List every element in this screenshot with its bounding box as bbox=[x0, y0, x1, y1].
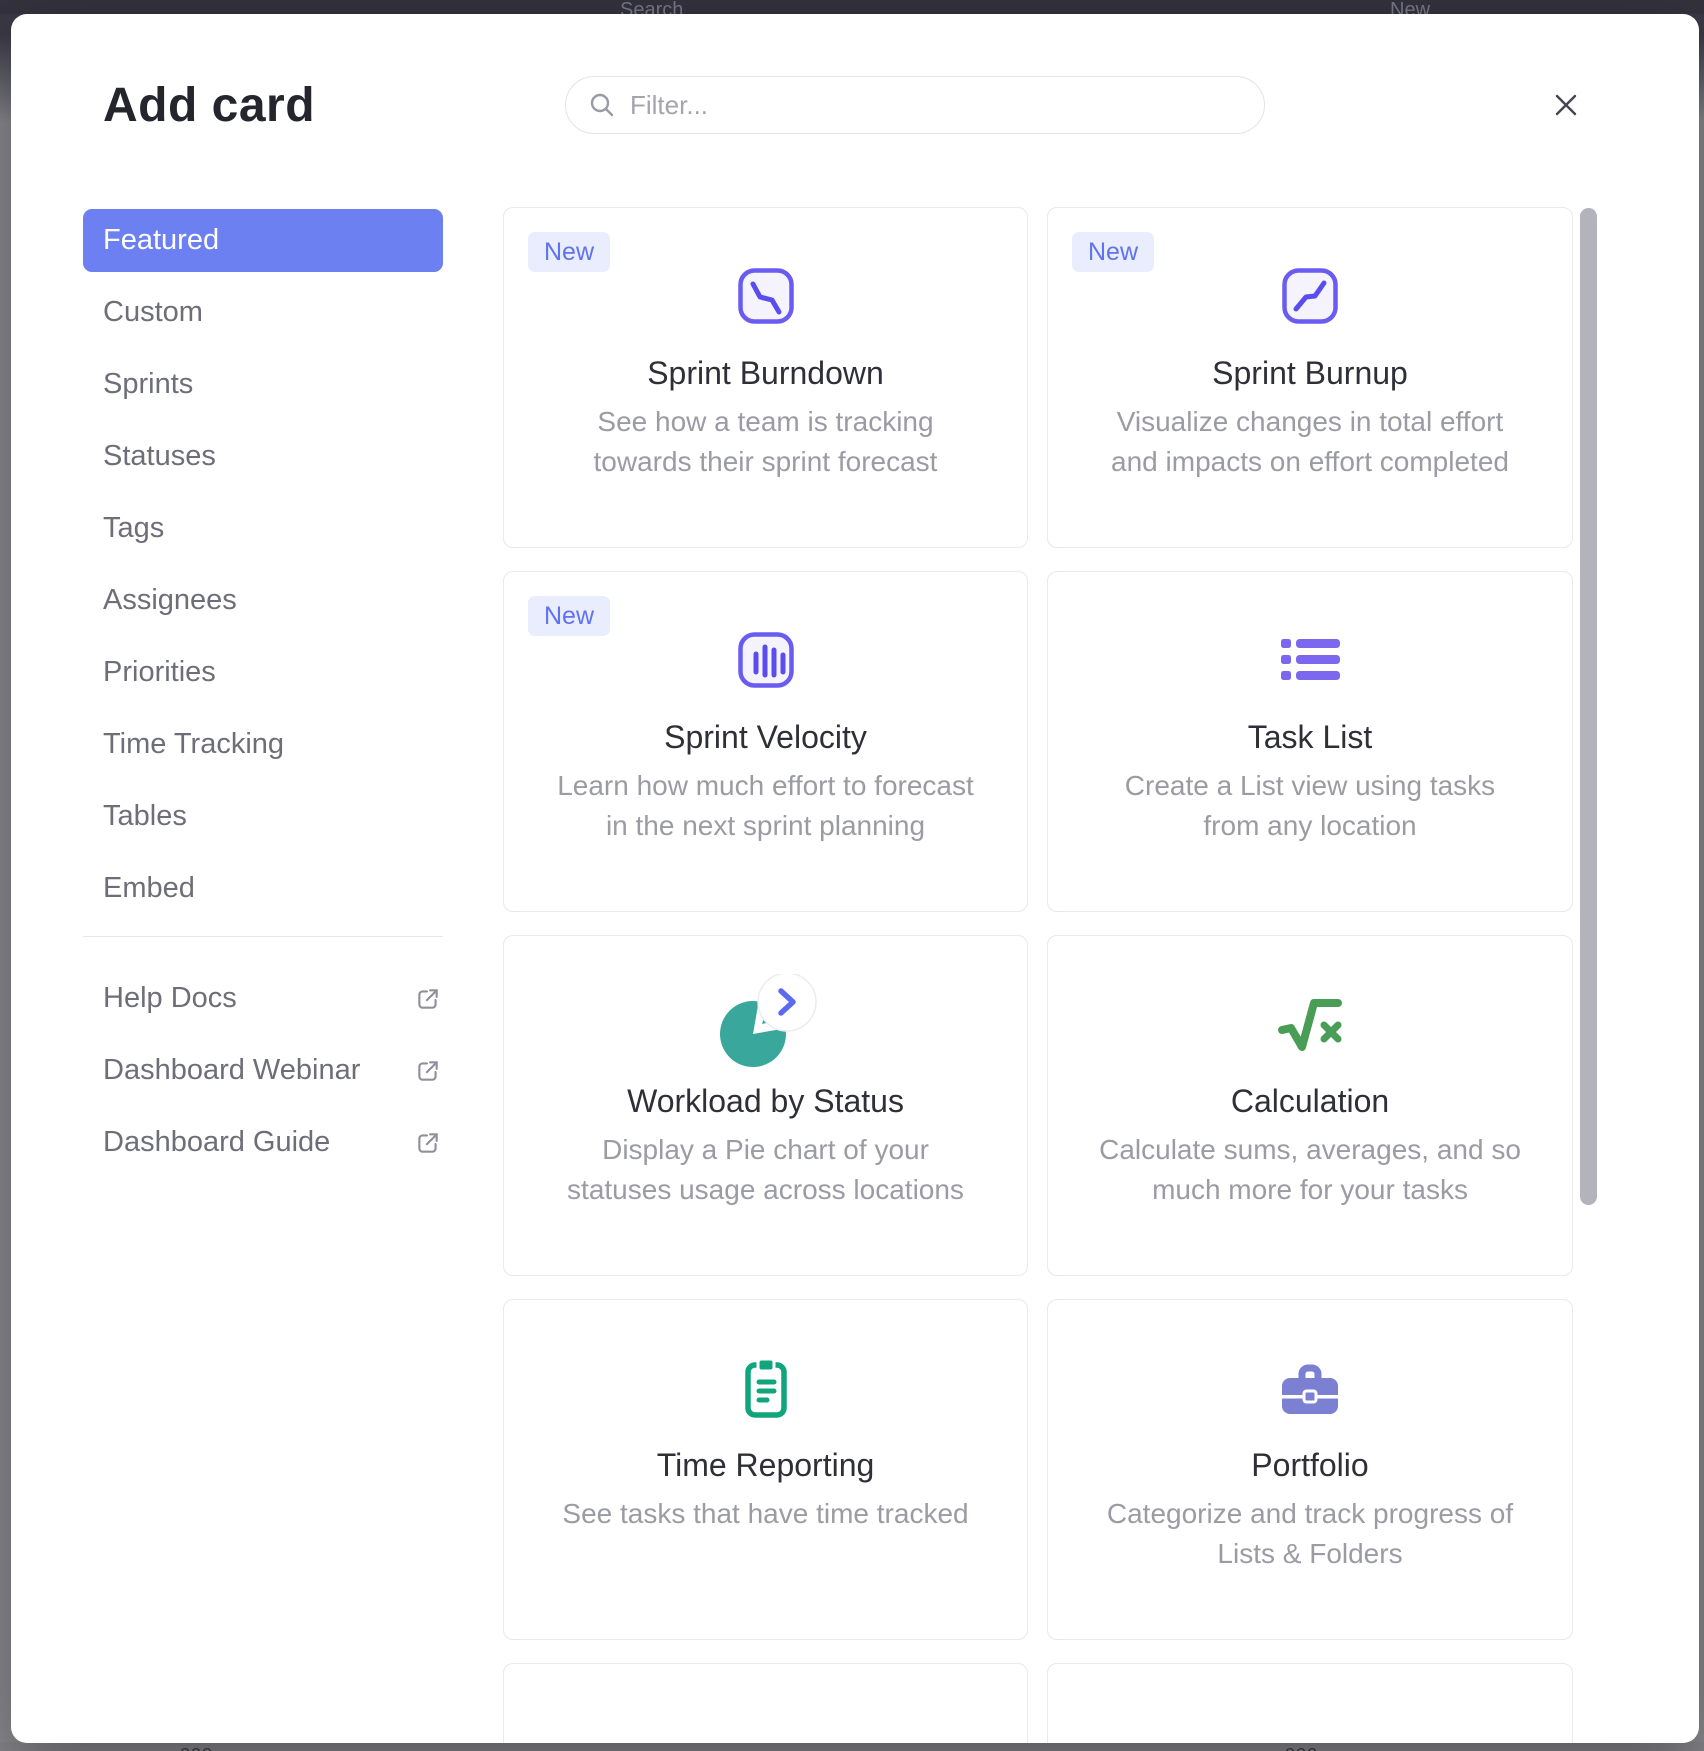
link-dashboard-guide[interactable]: Dashboard Guide bbox=[83, 1111, 443, 1174]
sidebar-item-label: Assignees bbox=[103, 584, 237, 617]
card-title: Sprint Velocity bbox=[504, 718, 1027, 756]
card-title: Task List bbox=[1048, 718, 1572, 756]
sidebar-item-custom[interactable]: Custom bbox=[83, 281, 443, 344]
portfolio-briefcase-icon bbox=[1272, 1356, 1348, 1420]
card-description: See tasks that have time tracked bbox=[532, 1494, 1000, 1534]
card-grid: New Sprint Burndown See how a team is tr… bbox=[503, 207, 1573, 1743]
sidebar-item-label: Priorities bbox=[103, 656, 216, 689]
sidebar-item-statuses[interactable]: Statuses bbox=[83, 425, 443, 488]
sidebar-item-assignees[interactable]: Assignees bbox=[83, 569, 443, 632]
card-workload-by-status[interactable]: Workload by Status Display a Pie chart o… bbox=[503, 935, 1028, 1276]
background-text-fragment: ooo bbox=[180, 1743, 213, 1751]
new-badge: New bbox=[1072, 232, 1154, 272]
sidebar-item-sprints[interactable]: Sprints bbox=[83, 353, 443, 416]
sprint-velocity-icon bbox=[737, 631, 795, 689]
time-reporting-clipboard-icon bbox=[734, 1355, 798, 1421]
card-title: Time Reporting bbox=[504, 1446, 1027, 1484]
link-help-docs[interactable]: Help Docs bbox=[83, 967, 443, 1030]
background-app-topbar: Search New bbox=[0, 0, 1704, 14]
sidebar-item-tags[interactable]: Tags bbox=[83, 497, 443, 560]
scrollbar-thumb[interactable] bbox=[1580, 208, 1597, 1205]
close-button[interactable] bbox=[1543, 82, 1589, 128]
sidebar-item-label: Tags bbox=[103, 512, 164, 545]
category-sidebar: Featured Custom Sprints Statuses Tags As… bbox=[83, 209, 443, 1183]
filter-input[interactable] bbox=[630, 90, 1242, 121]
background-text-fragment: New bbox=[1390, 0, 1430, 14]
sidebar-item-label: Statuses bbox=[103, 440, 216, 473]
sidebar-item-label: Embed bbox=[103, 872, 195, 905]
card-sprint-burndown[interactable]: New Sprint Burndown See how a team is tr… bbox=[503, 207, 1028, 548]
sidebar-item-embed[interactable]: Embed bbox=[83, 857, 443, 920]
sidebar-item-label: Sprints bbox=[103, 368, 193, 401]
external-link-icon bbox=[415, 1130, 441, 1156]
card-title: Workload by Status bbox=[504, 1082, 1027, 1120]
card-portfolio[interactable]: Portfolio Categorize and track progress … bbox=[1047, 1299, 1573, 1640]
sidebar-item-label: Time Tracking bbox=[103, 728, 284, 761]
card-description: Create a List view using tasks from any … bbox=[1076, 766, 1544, 846]
card-calculation[interactable]: Calculation Calculate sums, averages, an… bbox=[1047, 935, 1573, 1276]
card-task-list[interactable]: Task List Create a List view using tasks… bbox=[1047, 571, 1573, 912]
sprint-burnup-icon bbox=[1281, 267, 1339, 325]
card-description: Visualize changes in total effort and im… bbox=[1076, 402, 1544, 482]
sprint-burndown-icon bbox=[737, 267, 795, 325]
card-title: Sprint Burndown bbox=[504, 354, 1027, 392]
link-dashboard-webinar[interactable]: Dashboard Webinar bbox=[83, 1039, 443, 1102]
sidebar-links: Help Docs Dashboard Webinar Dashboard Gu… bbox=[83, 967, 443, 1174]
sidebar-item-label: Tables bbox=[103, 800, 187, 833]
background-text-fragment: Search bbox=[620, 0, 683, 14]
sidebar-item-tables[interactable]: Tables bbox=[83, 785, 443, 848]
background-text-fragment: ooo bbox=[1285, 1743, 1318, 1751]
background-app-bottom: ooo ooo bbox=[0, 1742, 1704, 1751]
card-description: Categorize and track progress of Lists &… bbox=[1076, 1494, 1544, 1574]
link-label: Dashboard Webinar bbox=[103, 1054, 415, 1087]
card-description: Learn how much effort to forecast in the… bbox=[532, 766, 1000, 846]
link-label: Help Docs bbox=[103, 982, 415, 1015]
sidebar-item-featured[interactable]: Featured bbox=[83, 209, 443, 272]
close-icon bbox=[1549, 88, 1583, 122]
external-link-icon bbox=[415, 986, 441, 1012]
link-label: Dashboard Guide bbox=[103, 1126, 415, 1159]
sidebar-item-priorities[interactable]: Priorities bbox=[83, 641, 443, 704]
modal-title: Add card bbox=[103, 78, 315, 133]
card-description: Calculate sums, averages, and so much mo… bbox=[1076, 1130, 1544, 1210]
sidebar-item-label: Custom bbox=[103, 296, 203, 329]
workload-pie-icon bbox=[711, 974, 821, 1074]
partial-card[interactable] bbox=[1047, 1663, 1573, 1743]
card-title: Sprint Burnup bbox=[1048, 354, 1572, 392]
card-time-reporting[interactable]: Time Reporting See tasks that have time … bbox=[503, 1299, 1028, 1640]
card-sprint-velocity[interactable]: New Sprint Velocity Learn how much effor… bbox=[503, 571, 1028, 912]
search-icon bbox=[588, 91, 616, 119]
external-link-icon bbox=[415, 1058, 441, 1084]
card-sprint-burnup[interactable]: New Sprint Burnup Visualize changes in t… bbox=[1047, 207, 1573, 548]
sidebar-divider bbox=[83, 936, 443, 937]
sidebar-item-label: Featured bbox=[103, 224, 219, 257]
card-title: Calculation bbox=[1048, 1082, 1572, 1120]
add-card-modal: Add card Featured Custom Sprints Statuse… bbox=[11, 14, 1699, 1743]
sidebar-item-time-tracking[interactable]: Time Tracking bbox=[83, 713, 443, 776]
new-badge: New bbox=[528, 596, 610, 636]
calculation-sqrt-icon bbox=[1276, 993, 1344, 1055]
filter-field[interactable] bbox=[565, 76, 1265, 134]
card-description: See how a team is tracking towards their… bbox=[532, 402, 1000, 482]
card-description: Display a Pie chart of your statuses usa… bbox=[532, 1130, 1000, 1210]
partial-card[interactable] bbox=[503, 1663, 1028, 1743]
card-title: Portfolio bbox=[1048, 1446, 1572, 1484]
screen: Search New ooo ooo Add card Featured Cus… bbox=[0, 0, 1704, 1751]
task-list-icon bbox=[1279, 638, 1341, 682]
new-badge: New bbox=[528, 232, 610, 272]
